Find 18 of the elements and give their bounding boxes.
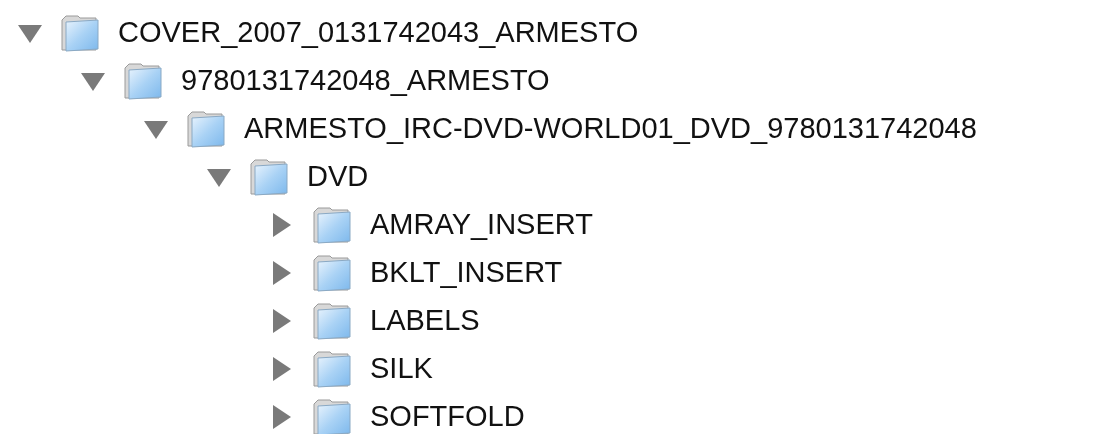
folder-icon [249,158,289,196]
folder-name[interactable]: ARMESTO_IRC-DVD-WORLD01_DVD_9780131742048 [244,107,977,151]
folder-icon [312,254,352,292]
folder-name[interactable]: COVER_2007_0131742043_ARMESTO [118,11,639,55]
folder-name[interactable]: 9780131742048_ARMESTO [181,59,550,103]
folder-icon [60,14,100,52]
folder-name[interactable]: SOFTFOLD [370,395,525,434]
folder-name[interactable]: AMRAY_INSERT [370,203,593,247]
folder-icon [312,206,352,244]
folder-name[interactable]: LABELS [370,299,480,343]
folder-icon [186,110,226,148]
folder-icon [312,350,352,388]
folder-icon [312,302,352,340]
folder-icon [123,62,163,100]
folder-icon [312,398,352,434]
folder-name[interactable]: DVD [307,155,369,199]
folder-name[interactable]: SILK [370,347,433,391]
folder-name[interactable]: BKLT_INSERT [370,251,563,295]
